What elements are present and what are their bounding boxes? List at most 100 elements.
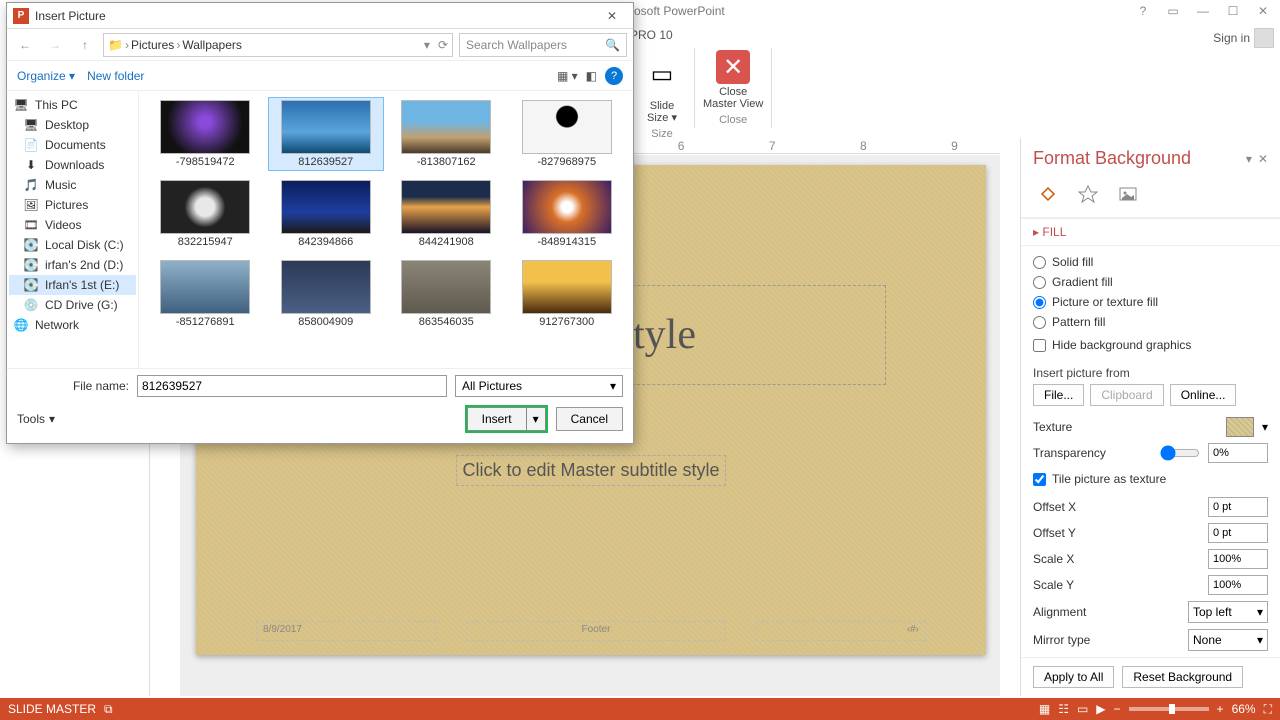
solid-fill-radio[interactable]: Solid fill: [1033, 252, 1268, 272]
picture-tab-icon[interactable]: [1113, 179, 1143, 209]
view-mode-icon[interactable]: ▦ ▾: [557, 69, 578, 83]
scale-y-spinner[interactable]: 100%: [1208, 575, 1268, 595]
nav-tree[interactable]: 🖥This PC🖥Desktop📄Documents⬇Downloads🎵Mus…: [7, 91, 139, 368]
crumb-wallpapers[interactable]: Wallpapers: [182, 38, 242, 52]
file-item[interactable]: -827968975: [509, 97, 626, 171]
file-item[interactable]: 863546035: [388, 257, 505, 331]
offset-x-spinner[interactable]: 0 pt: [1208, 497, 1268, 517]
file-item[interactable]: 812639527: [268, 97, 385, 171]
mirror-combo[interactable]: None▾: [1188, 629, 1268, 651]
crumb-drop-icon[interactable]: ▾: [424, 38, 430, 52]
zoom-value[interactable]: 66%: [1232, 702, 1256, 716]
insert-dropdown-icon[interactable]: ▾: [526, 407, 546, 431]
tree-item[interactable]: 💿CD Drive (G:): [9, 295, 136, 315]
minimize-icon[interactable]: —: [1192, 2, 1214, 20]
status-config-icon[interactable]: ⧉: [104, 702, 113, 717]
help-icon[interactable]: ?: [1132, 2, 1154, 20]
organize-menu[interactable]: Organize ▾: [17, 69, 75, 83]
tree-item[interactable]: ⬇Downloads: [9, 155, 136, 175]
breadcrumb[interactable]: 📁 › Pictures › Wallpapers ▾ ⟳: [103, 33, 453, 57]
file-item[interactable]: 844241908: [388, 177, 505, 251]
slidenum-placeholder[interactable]: ‹#›: [756, 621, 926, 641]
slideshow-view-icon[interactable]: ▶: [1096, 702, 1105, 716]
tile-check[interactable]: Tile picture as texture: [1033, 466, 1268, 494]
close-master-button[interactable]: ✕: [716, 50, 750, 84]
gradient-fill-radio[interactable]: Gradient fill: [1033, 272, 1268, 292]
tree-item[interactable]: 💽Local Disk (C:): [9, 235, 136, 255]
file-item[interactable]: -848914315: [509, 177, 626, 251]
hide-bg-graphics-check[interactable]: Hide background graphics: [1033, 332, 1268, 360]
slide-size-button[interactable]: ▭: [638, 50, 686, 98]
scale-x-spinner[interactable]: 100%: [1208, 549, 1268, 569]
alignment-combo[interactable]: Top left▾: [1188, 601, 1268, 623]
picture-fill-radio[interactable]: Picture or texture fill: [1033, 292, 1268, 312]
ribbon-tab[interactable]: PRO 10: [630, 28, 673, 42]
dlg-help-icon[interactable]: ?: [605, 67, 623, 85]
tree-item[interactable]: 💽Irfan's 1st (E:): [9, 275, 136, 295]
file-button[interactable]: File...: [1033, 384, 1084, 406]
search-icon[interactable]: 🔍: [605, 38, 620, 52]
search-input[interactable]: Search Wallpapers 🔍: [459, 33, 627, 57]
file-item[interactable]: 858004909: [268, 257, 385, 331]
refresh-icon[interactable]: ⟳: [438, 38, 448, 52]
up-icon[interactable]: ↑: [73, 33, 97, 57]
subtitle-placeholder[interactable]: Click to edit Master subtitle style: [456, 455, 726, 486]
crumb-pictures[interactable]: Pictures: [131, 38, 174, 52]
insert-button[interactable]: Insert: [467, 407, 526, 431]
tree-item[interactable]: 💽irfan's 2nd (D:): [9, 255, 136, 275]
fit-view-icon[interactable]: ⛶: [1264, 702, 1272, 717]
texture-picker[interactable]: [1226, 417, 1254, 437]
date-placeholder[interactable]: 8/9/2017: [256, 621, 436, 641]
file-pane[interactable]: -798519472812639527-813807162-8279689758…: [139, 91, 633, 368]
zoom-out-icon[interactable]: −: [1114, 702, 1121, 716]
tree-item[interactable]: 🎞Videos: [9, 215, 136, 235]
file-item[interactable]: 842394866: [268, 177, 385, 251]
apply-all-button[interactable]: Apply to All: [1033, 666, 1114, 688]
dialog-close-icon[interactable]: ✕: [597, 6, 627, 26]
new-folder-button[interactable]: New folder: [87, 69, 144, 83]
tree-item[interactable]: 🖼Pictures: [9, 195, 136, 215]
search-placeholder: Search Wallpapers: [466, 38, 567, 52]
file-item[interactable]: -851276891: [147, 257, 264, 331]
sign-in-link[interactable]: Sign in: [1213, 31, 1250, 45]
normal-view-icon[interactable]: ▦: [1039, 702, 1050, 716]
reading-view-icon[interactable]: ▭: [1077, 702, 1088, 716]
forward-icon[interactable]: →: [43, 33, 67, 57]
online-button[interactable]: Online...: [1170, 384, 1237, 406]
footer-placeholder[interactable]: Footer: [466, 621, 726, 641]
tree-item[interactable]: 🌐Network: [9, 315, 136, 335]
ribbon-options-icon[interactable]: ▭: [1162, 2, 1184, 20]
tree-item[interactable]: 🖥This PC: [9, 95, 136, 115]
back-icon[interactable]: ←: [13, 33, 37, 57]
texture-dropdown-icon[interactable]: ▾: [1262, 420, 1268, 434]
fill-tab-icon[interactable]: [1033, 179, 1063, 209]
pattern-fill-radio[interactable]: Pattern fill: [1033, 312, 1268, 332]
tools-menu[interactable]: Tools ▾: [17, 412, 55, 426]
effects-tab-icon[interactable]: [1073, 179, 1103, 209]
preview-pane-icon[interactable]: ◧: [586, 69, 597, 83]
fill-section-header[interactable]: ▸ FILL: [1033, 225, 1066, 239]
filename-input[interactable]: [137, 375, 447, 397]
sorter-view-icon[interactable]: ☷: [1058, 702, 1069, 716]
file-item[interactable]: -798519472: [147, 97, 264, 171]
file-item[interactable]: 912767300: [509, 257, 626, 331]
filetype-combo[interactable]: All Pictures▾: [455, 375, 623, 397]
transparency-slider[interactable]: [1160, 445, 1200, 461]
tree-item[interactable]: 🖥Desktop: [9, 115, 136, 135]
reset-bg-button[interactable]: Reset Background: [1122, 666, 1243, 688]
zoom-slider[interactable]: [1129, 707, 1209, 711]
restore-icon[interactable]: ☐: [1222, 2, 1244, 20]
offset-y-spinner[interactable]: 0 pt: [1208, 523, 1268, 543]
file-item[interactable]: -813807162: [388, 97, 505, 171]
file-name: 858004909: [271, 316, 382, 328]
avatar-icon[interactable]: [1254, 28, 1274, 48]
pane-move-icon[interactable]: ▾: [1246, 152, 1252, 166]
file-item[interactable]: 832215947: [147, 177, 264, 251]
transparency-spinner[interactable]: 0%: [1208, 443, 1268, 463]
zoom-in-icon[interactable]: +: [1217, 702, 1224, 716]
cancel-button[interactable]: Cancel: [556, 407, 623, 431]
close-icon[interactable]: ✕: [1252, 2, 1274, 20]
tree-item[interactable]: 🎵Music: [9, 175, 136, 195]
pane-close-icon[interactable]: ✕: [1258, 152, 1268, 166]
tree-item[interactable]: 📄Documents: [9, 135, 136, 155]
